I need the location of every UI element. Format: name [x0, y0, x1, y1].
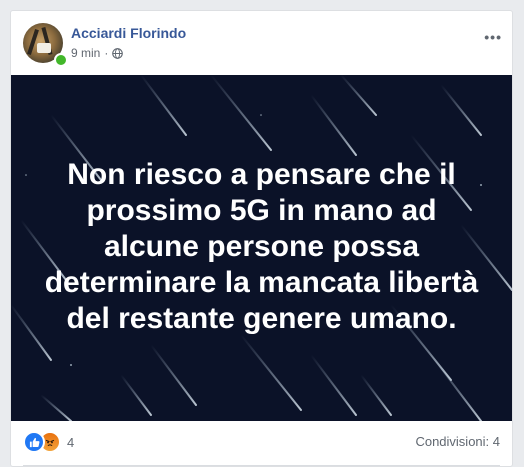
online-status-icon — [54, 53, 68, 67]
post-card: Acciardi Florindo 9 min · ••• Non riesco… — [10, 10, 513, 467]
post-timestamp[interactable]: 9 min — [71, 46, 100, 60]
post-text-line: del restante genere umano. — [66, 302, 457, 335]
post-text-line: determinare la mancata libertà — [44, 266, 479, 299]
post-background-image: Non riesco a pensare che il prossimo 5G … — [11, 75, 512, 421]
post-header: Acciardi Florindo 9 min · ••• — [11, 11, 512, 75]
reactions-summary[interactable]: 4 — [23, 431, 74, 453]
post-meta: 9 min · — [71, 46, 124, 60]
post-text: Non riesco a pensare che il prossimo 5G … — [31, 157, 492, 337]
post-text-line: prossimo 5G in mano ad — [86, 194, 437, 227]
post-text-line: alcune persone possa — [103, 230, 420, 263]
globe-icon[interactable] — [112, 47, 124, 59]
like-icon[interactable] — [23, 431, 45, 453]
shares-count[interactable]: Condivisioni: 4 — [415, 434, 500, 449]
avatar-patch — [37, 43, 51, 53]
post-text-line: Non riesco a pensare che il — [67, 158, 456, 191]
post-footer: 4 Condivisioni: 4 — [11, 421, 512, 466]
reaction-count[interactable]: 4 — [67, 435, 74, 450]
more-options-icon[interactable]: ••• — [484, 29, 502, 45]
author-name[interactable]: Acciardi Florindo — [71, 25, 186, 41]
footer-divider — [23, 465, 500, 466]
meta-separator: · — [104, 46, 109, 60]
